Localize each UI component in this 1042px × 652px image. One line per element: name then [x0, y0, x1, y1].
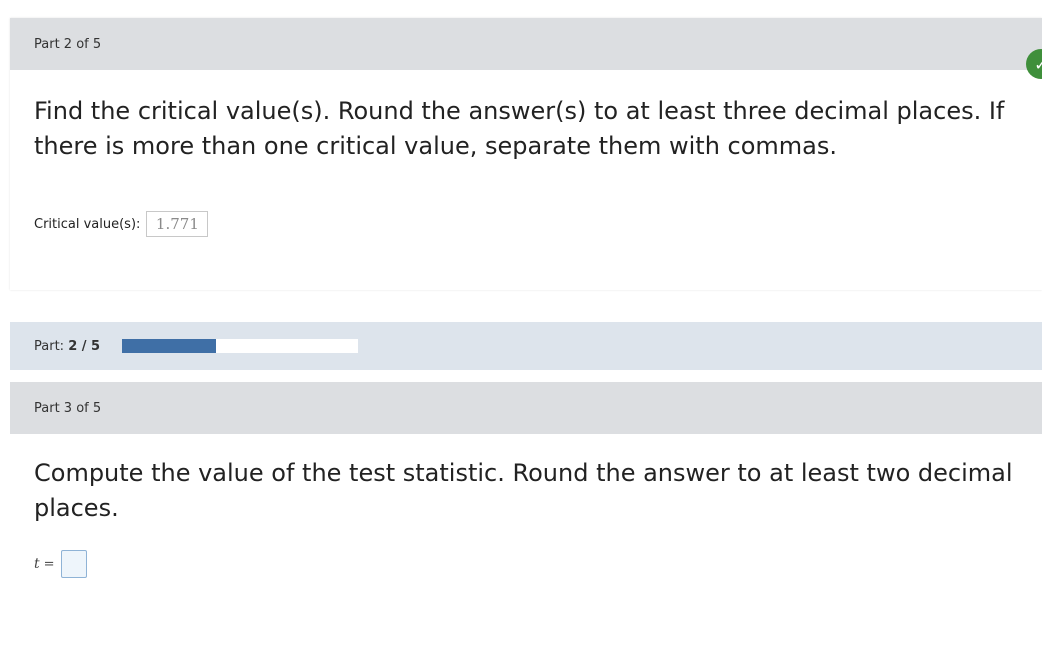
test-statistic-variable: t — [34, 556, 40, 572]
critical-value-field[interactable]: 1.771 — [146, 211, 209, 237]
part-2-header: Part 2 of 5 — [10, 18, 1042, 70]
progress-label-value: 2 / 5 — [68, 338, 101, 354]
part-3-header: Part 3 of 5 — [10, 382, 1042, 434]
part-3-question: Compute the value of the test statistic.… — [34, 459, 1013, 522]
test-statistic-row: t = — [34, 550, 87, 578]
part-3-header-label: Part 3 of 5 — [34, 400, 102, 416]
progress-label: Part: 2 / 5 — [34, 339, 100, 354]
test-statistic-input[interactable] — [60, 550, 87, 578]
progress-bar-fill — [122, 339, 217, 353]
progress-label-prefix: Part: — [34, 338, 65, 354]
critical-value-label: Critical value(s): — [34, 216, 141, 232]
progress-bar — [122, 339, 359, 353]
part-2-header-label: Part 2 of 5 — [34, 36, 102, 52]
part-3-card: Part 3 of 5 Compute the value of the tes… — [10, 382, 1042, 652]
equals-sign: = — [43, 556, 55, 572]
progress-strip: Part: 2 / 5 — [10, 322, 1042, 370]
part-2-question: Find the critical value(s). Round the an… — [34, 97, 1005, 160]
part-2-card: Part 2 of 5 ✓ Find the critical value(s)… — [10, 18, 1042, 290]
page: Part 2 of 5 ✓ Find the critical value(s)… — [0, 0, 1042, 652]
critical-value-row: Critical value(s): 1.771 — [34, 211, 209, 237]
